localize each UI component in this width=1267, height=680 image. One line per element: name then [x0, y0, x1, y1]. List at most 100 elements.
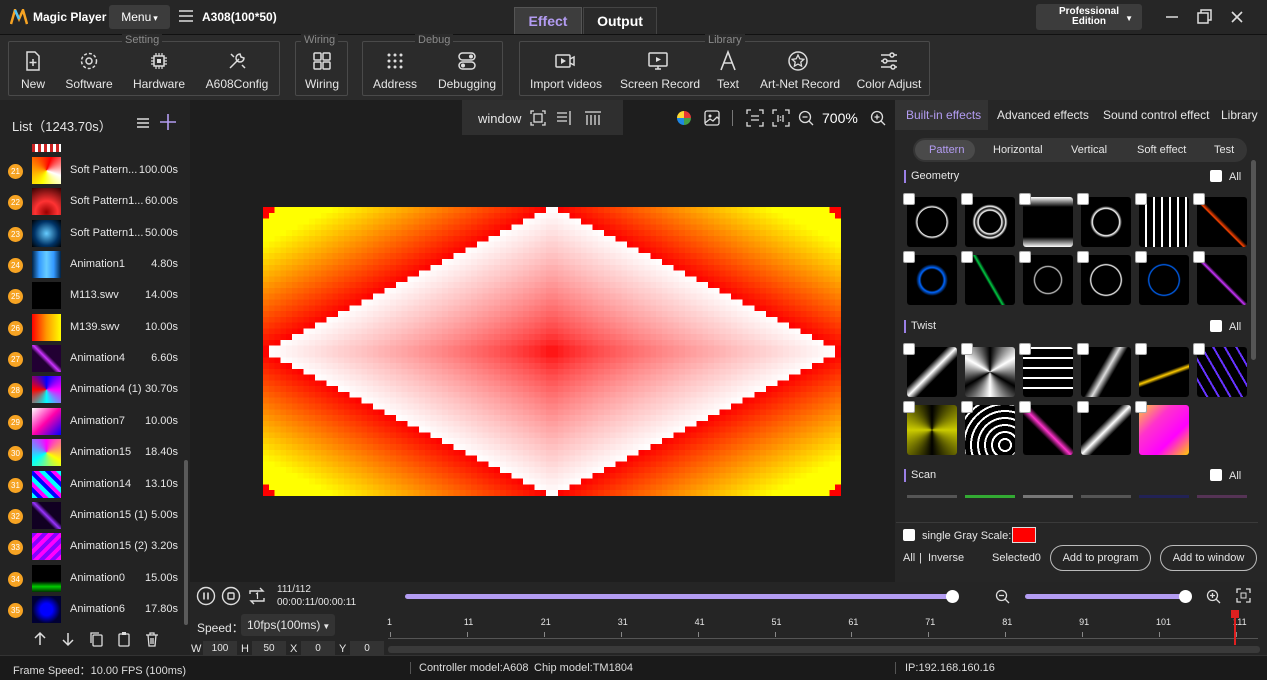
tab-built-in-effects[interactable]: Built-in effects: [906, 108, 981, 122]
add-to-window-button[interactable]: Add to window: [1160, 545, 1257, 571]
effect-thumbnail[interactable]: [1081, 255, 1131, 305]
twist-all-checkbox[interactable]: [1210, 320, 1222, 332]
close-icon[interactable]: [1226, 6, 1248, 28]
effect-thumbnail[interactable]: [965, 405, 1015, 455]
effect-thumbnail[interactable]: [1197, 347, 1247, 397]
effect-checkbox[interactable]: [1019, 251, 1031, 263]
single-gray-checkbox[interactable]: [903, 529, 915, 541]
timeline-zoom-out-icon[interactable]: [995, 589, 1010, 604]
effect-checkbox[interactable]: [961, 251, 973, 263]
subtab-vertical[interactable]: Vertical: [1071, 144, 1107, 156]
actual-size-icon[interactable]: [772, 109, 790, 127]
color-wheel-icon[interactable]: [676, 110, 692, 126]
debugging-button[interactable]: Debugging: [437, 50, 497, 96]
effect-checkbox[interactable]: [1135, 193, 1147, 205]
effect-checkbox[interactable]: [1077, 401, 1089, 413]
effect-thumbnail[interactable]: [1197, 197, 1247, 247]
effect-checkbox[interactable]: [1193, 193, 1205, 205]
effect-checkbox[interactable]: [1019, 193, 1031, 205]
hamburger-icon[interactable]: [178, 8, 194, 24]
effect-checkbox[interactable]: [961, 193, 973, 205]
fit-window-icon[interactable]: [530, 110, 546, 126]
tab-library[interactable]: Library: [1221, 108, 1258, 122]
move-up-icon[interactable]: [32, 631, 48, 647]
list-item[interactable]: 23 Soft Pattern1... 50.00s: [0, 218, 190, 249]
effect-checkbox[interactable]: [903, 251, 915, 263]
hardware-button[interactable]: Hardware: [129, 50, 189, 96]
geometry-all-checkbox[interactable]: [1210, 170, 1222, 182]
artnet-record-button[interactable]: Art-Net Record: [760, 50, 840, 96]
list-menu-icon[interactable]: [136, 116, 150, 130]
effect-checkbox[interactable]: [903, 193, 915, 205]
text-button[interactable]: Text: [715, 50, 741, 96]
move-down-icon[interactable]: [60, 631, 76, 647]
list-scrollbar[interactable]: [184, 460, 188, 625]
new-button[interactable]: New: [15, 50, 51, 96]
effect-checkbox[interactable]: [1077, 251, 1089, 263]
paste-icon[interactable]: [116, 631, 132, 647]
tab-effect[interactable]: Effect: [514, 7, 582, 34]
list-item[interactable]: 24 Animation1 4.80s: [0, 249, 190, 280]
fit-screen-icon[interactable]: [746, 109, 764, 127]
effect-checkbox[interactable]: [903, 343, 915, 355]
tab-sound-control-effect[interactable]: Sound control effect: [1103, 108, 1210, 122]
led-preview-canvas[interactable]: [263, 207, 841, 496]
image-icon[interactable]: [703, 109, 721, 127]
wiring-button[interactable]: Wiring: [302, 50, 342, 96]
subtab-horizontal[interactable]: Horizontal: [993, 144, 1043, 156]
zoom-out-icon[interactable]: [798, 110, 814, 126]
color-adjust-button[interactable]: Color Adjust: [855, 50, 923, 96]
effect-checkbox[interactable]: [1019, 343, 1031, 355]
pause-icon[interactable]: [196, 586, 216, 606]
effect-thumbnail[interactable]: [1023, 495, 1073, 498]
list-item[interactable]: 26 M139.swv 10.00s: [0, 312, 190, 343]
effect-thumbnail[interactable]: [1081, 495, 1131, 498]
menu-button[interactable]: Menu ▾: [109, 5, 170, 29]
list-item[interactable]: 33 Animation15 (2) 3.20s: [0, 531, 190, 562]
select-all-link[interactable]: All: [903, 552, 915, 564]
effect-checkbox[interactable]: [1077, 193, 1089, 205]
effect-thumbnail[interactable]: [1023, 405, 1073, 455]
effect-thumbnail[interactable]: [1139, 405, 1189, 455]
zoom-in-icon[interactable]: [870, 110, 886, 126]
fullscreen-icon[interactable]: [1236, 588, 1251, 603]
align-columns-icon[interactable]: [584, 110, 602, 126]
scan-all-checkbox[interactable]: [1210, 469, 1222, 481]
list-item[interactable]: 29 Animation7 10.00s: [0, 406, 190, 437]
effect-checkbox[interactable]: [1019, 401, 1031, 413]
list-item[interactable]: 32 Animation15 (1) 5.00s: [0, 500, 190, 531]
list-item[interactable]: 28 Animation4 (1) 30.70s: [0, 374, 190, 405]
restore-icon[interactable]: [1193, 6, 1215, 28]
list-item[interactable]: 35 Animation6 17.80s: [0, 594, 190, 625]
effect-thumbnail[interactable]: [965, 197, 1015, 247]
effect-thumbnail[interactable]: [907, 197, 957, 247]
effect-thumbnail[interactable]: [907, 347, 957, 397]
effect-thumbnail[interactable]: [1139, 197, 1189, 247]
add-to-program-button[interactable]: Add to program: [1050, 545, 1151, 571]
inverse-link[interactable]: Inverse: [928, 552, 964, 564]
speed-dropdown[interactable]: 10fps(100ms) ▼: [241, 614, 335, 636]
list-item[interactable]: 22 Soft Pattern1... 60.00s: [0, 186, 190, 217]
effect-checkbox[interactable]: [1135, 401, 1147, 413]
address-button[interactable]: Address: [371, 50, 419, 96]
list-item[interactable]: 34 Animation0 15.00s: [0, 563, 190, 594]
tab-output[interactable]: Output: [583, 7, 657, 34]
timeline-scrollbar[interactable]: [388, 646, 1260, 653]
delete-icon[interactable]: [144, 631, 160, 647]
effect-thumbnail[interactable]: [1023, 347, 1073, 397]
list-item[interactable]: 27 Animation4 6.60s: [0, 343, 190, 374]
effect-thumbnail[interactable]: [965, 347, 1015, 397]
screen-record-button[interactable]: Screen Record: [620, 50, 700, 96]
a608config-button[interactable]: A608Config: [202, 50, 272, 96]
effect-thumbnail[interactable]: [1023, 255, 1073, 305]
effect-checkbox[interactable]: [1135, 251, 1147, 263]
subtab-soft-effect[interactable]: Soft effect: [1137, 144, 1186, 156]
effect-checkbox[interactable]: [1135, 343, 1147, 355]
list-item[interactable]: 21 Soft Pattern... 100.00s: [0, 155, 190, 186]
effect-thumbnail[interactable]: [907, 405, 957, 455]
effect-thumbnail[interactable]: [1081, 197, 1131, 247]
subtab-test[interactable]: Test: [1214, 144, 1234, 156]
add-icon[interactable]: [159, 113, 177, 131]
effect-thumbnail[interactable]: [1139, 347, 1189, 397]
subtab-pattern[interactable]: Pattern: [929, 144, 964, 156]
